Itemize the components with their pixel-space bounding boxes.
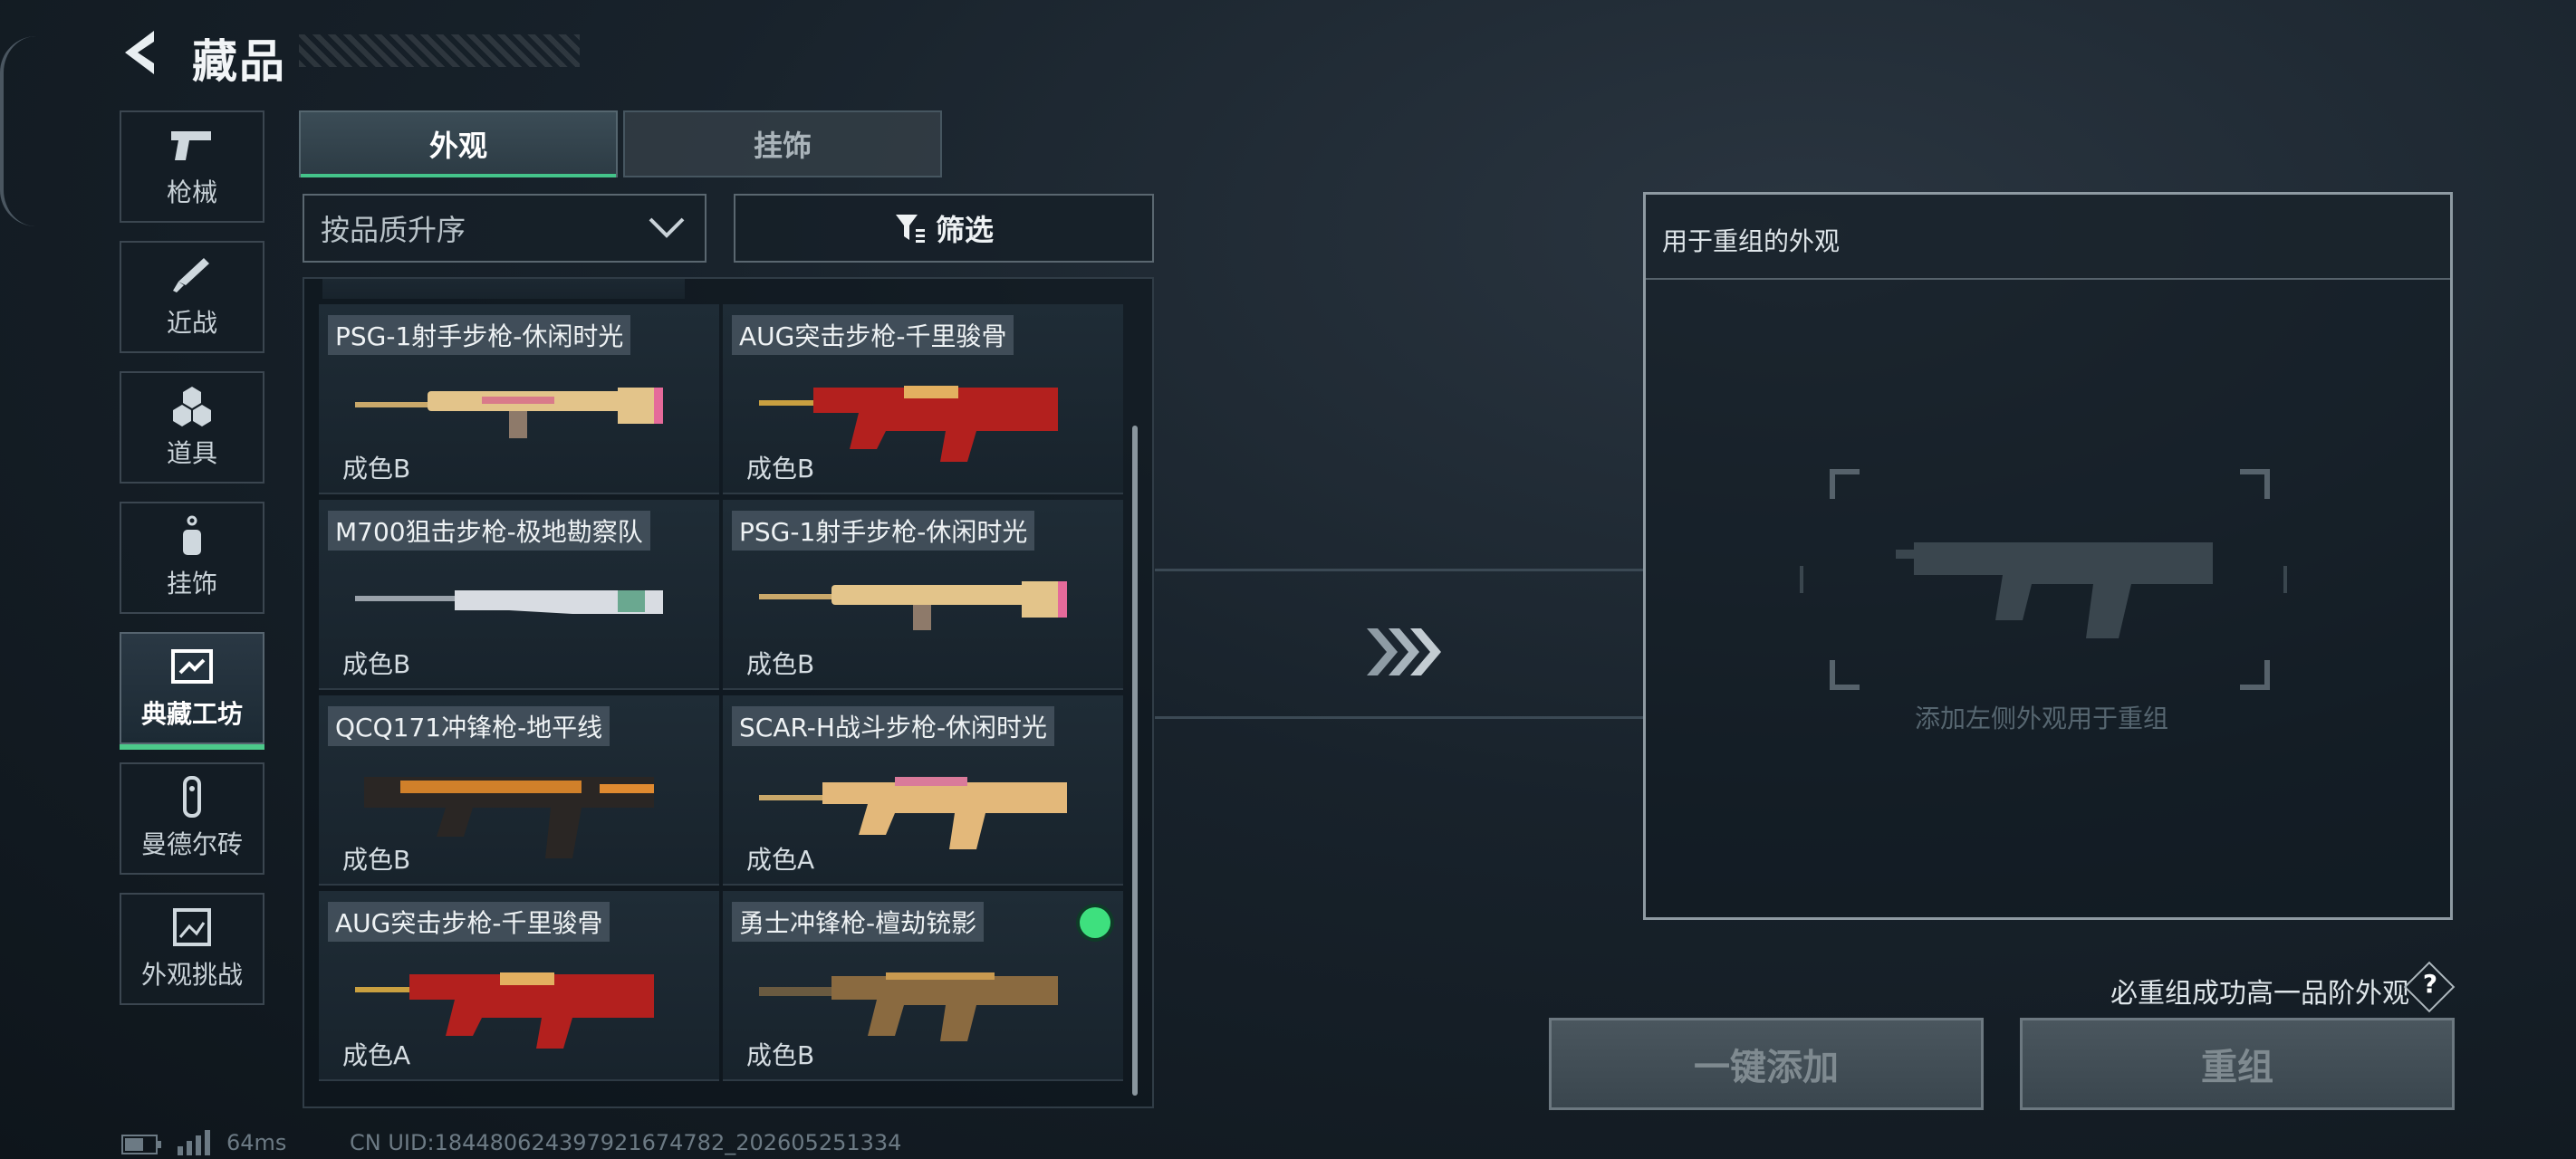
sidebar-item-label: 道具 [166, 438, 217, 468]
sidebar-item-label: 近战 [166, 308, 217, 338]
sidebar-item-appearance-challenge[interactable]: 外观挑战 [120, 893, 264, 1005]
item-grade: 成色B [342, 454, 411, 484]
item-card[interactable]: 勇士冲锋枪-檀劫铳影 成色B [723, 891, 1123, 1081]
panel-header: 用于重组的外观 [1646, 195, 2450, 280]
sidebar-item-label: 曼德尔砖 [140, 829, 243, 859]
sidebar-item-mandel-brick[interactable]: 曼德尔砖 [120, 762, 264, 875]
selected-indicator [1080, 907, 1110, 938]
item-grade: 成色B [342, 649, 411, 679]
panel-title: 用于重组的外观 [1662, 226, 1841, 256]
item-card[interactable]: QCQ171冲锋枪-地平线 成色B [319, 695, 719, 886]
battery-icon [121, 1135, 161, 1154]
item-name: PSG-1射手步枪-休闲时光 [328, 315, 631, 355]
filter-button[interactable]: 筛选 [734, 194, 1154, 263]
sidebar-item-label: 外观挑战 [140, 960, 243, 990]
item-name: QCQ171冲锋枪-地平线 [328, 706, 610, 746]
item-card[interactable]: SCAR-H战斗步枪-休闲时光 成色A [723, 695, 1123, 886]
item-grade: 成色B [746, 454, 815, 484]
charm-icon [183, 515, 201, 555]
tab-charms[interactable]: 挂饰 [623, 110, 942, 177]
recombine-note: 必重组成功高一品阶外观 [2110, 978, 2409, 1010]
filter-label: 筛选 [935, 213, 994, 247]
sort-label: 按品质升序 [321, 213, 466, 247]
sidebar-item-charms[interactable]: 挂饰 [120, 502, 264, 614]
challenge-icon [173, 908, 211, 946]
user-uid: CN UID:184480624397921674782_20260525133… [350, 1130, 902, 1155]
back-arrow-icon[interactable] [118, 27, 163, 78]
item-grade: 成色A [342, 1040, 411, 1070]
item-grade: 成色B [342, 845, 411, 875]
recombine-panel[interactable]: 用于重组的外观 [1643, 192, 2453, 920]
item-name: M700狙击步枪-极地勘察队 [328, 511, 650, 551]
item-name: 勇士冲锋枪-檀劫铳影 [732, 902, 985, 942]
item-grade: 成色B [746, 1040, 815, 1070]
pistol-icon [171, 131, 211, 160]
chevron-down-icon [649, 217, 685, 238]
signal-icon [178, 1130, 210, 1155]
grenade-icon [173, 387, 211, 426]
filter-icon [895, 215, 925, 243]
item-card[interactable]: PSG-1射手步枪-休闲时光 成色B [319, 304, 719, 494]
item-grid[interactable]: PSG-1射手步枪-休闲时光 成色B AUG突击步枪-千里骏骨 成色B M700… [303, 277, 1154, 1108]
sidebar-item-firearms[interactable]: 枪械 [120, 110, 264, 223]
scrollbar[interactable] [1132, 426, 1138, 1096]
sidebar-item-melee[interactable]: 近战 [120, 241, 264, 353]
item-grade: 成色B [746, 649, 815, 679]
rifle-placeholder-icon [1800, 469, 2287, 690]
sidebar-item-label: 挂饰 [166, 569, 217, 599]
item-card[interactable]: M700狙击步枪-极地勘察队 成色B [319, 500, 719, 690]
help-icon-glyph: ? [2422, 969, 2438, 999]
sidebar-item-label: 典藏工坊 [140, 699, 243, 729]
ping-readout: 64ms [226, 1130, 287, 1155]
panel-hint: 添加左侧外观用于重组 [1915, 704, 2169, 733]
item-name: SCAR-H战斗步枪-休闲时光 [732, 706, 1055, 746]
item-name: AUG突击步枪-千里骏骨 [732, 315, 1014, 355]
item-card[interactable]: PSG-1射手步枪-休闲时光 成色B [723, 500, 1123, 690]
sidebar-item-props[interactable]: 道具 [120, 371, 264, 484]
rifle-image [355, 590, 663, 614]
edge-decoration [0, 36, 40, 226]
tab-appearance[interactable]: 外观 [299, 110, 618, 177]
item-grade: 成色A [746, 845, 815, 875]
triple-chevron-icon [1367, 628, 1441, 675]
rifle-image [355, 388, 663, 438]
sidebar-item-workshop[interactable]: 典藏工坊 [120, 632, 264, 750]
page-title: 藏品 [192, 35, 286, 88]
item-name: AUG突击步枪-千里骏骨 [328, 902, 610, 942]
brick-icon [183, 776, 201, 818]
item-card[interactable]: AUG突击步枪-千里骏骨 成色B [723, 304, 1123, 494]
workshop-icon [171, 649, 213, 684]
partial-row [322, 279, 685, 299]
sidebar-item-label: 枪械 [166, 177, 217, 207]
sort-dropdown[interactable]: 按品质升序 [303, 194, 706, 263]
title-decoration [299, 34, 580, 67]
item-name: PSG-1射手步枪-休闲时光 [732, 511, 1035, 551]
rifle-image [759, 581, 1067, 630]
knife-icon [173, 258, 209, 292]
recombine-button[interactable]: 重组 [2020, 1018, 2455, 1110]
add-all-button[interactable]: 一键添加 [1549, 1018, 1984, 1110]
item-card[interactable]: AUG突击步枪-千里骏骨 成色A [319, 891, 719, 1081]
